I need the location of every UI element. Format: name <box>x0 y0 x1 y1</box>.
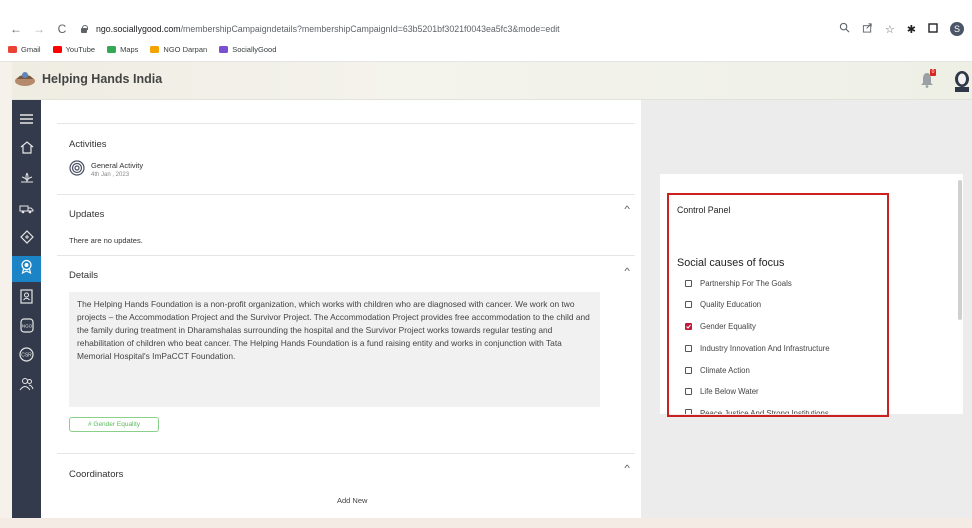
sidebar-item-badge[interactable] <box>12 256 41 282</box>
bookmark-item[interactable]: YouTube <box>52 45 96 54</box>
browser-actions: ☆ ✱ S <box>839 22 964 36</box>
extensions-icon[interactable]: ✱ <box>907 23 916 36</box>
chevron-up-icon[interactable]: ^ <box>624 204 630 214</box>
activities-heading: Activities <box>69 139 107 150</box>
bottom-strip <box>0 518 972 528</box>
org-title: Helping Hands India <box>42 72 163 86</box>
user-avatar-icon[interactable] <box>952 70 972 92</box>
gmail-icon <box>8 46 17 53</box>
highlight-box <box>667 193 889 417</box>
maps-icon <box>107 46 117 53</box>
divider <box>57 194 635 195</box>
notification-badge: 0 <box>930 69 936 76</box>
svg-text:NGO: NGO <box>21 324 32 329</box>
helping-hands-logo-icon[interactable] <box>14 69 36 87</box>
ngo-darpan-icon <box>150 46 160 53</box>
people-icon <box>19 377 34 396</box>
updates-heading: Updates <box>69 209 105 220</box>
updates-empty-text: There are no updates. <box>69 236 143 245</box>
csr-icon: CSR <box>19 347 34 367</box>
bookmarks-bar: Gmail YouTube Maps NGO Darpan SociallyGood <box>8 45 276 54</box>
sidebar-item-menu[interactable] <box>12 107 41 133</box>
chevron-up-icon[interactable]: ^ <box>624 463 630 473</box>
bookmark-label: Maps <box>120 45 139 54</box>
home-icon <box>20 141 34 159</box>
sidebar: NGO CSR <box>12 100 41 518</box>
share-icon[interactable] <box>862 22 873 36</box>
back-arrow-icon[interactable]: ← <box>10 22 22 36</box>
menu-icon <box>20 111 33 129</box>
bookmark-label: NGO Darpan <box>163 45 208 54</box>
lotus-icon <box>20 171 34 189</box>
bookmark-label: SociallyGood <box>232 45 277 54</box>
sidebar-item-id-card[interactable] <box>12 286 41 312</box>
svg-text:CSR: CSR <box>21 353 32 359</box>
sidebar-item-diamond-sign[interactable] <box>12 226 41 252</box>
browser-nav: ← → C <box>10 22 68 36</box>
forward-arrow-icon[interactable]: → <box>33 22 45 36</box>
browser-toolbar: ← → C ngo.sociallygood.com/membershipCam… <box>0 0 972 62</box>
sidepanel-icon[interactable] <box>928 22 938 36</box>
sidebar-item-people[interactable] <box>12 373 41 399</box>
details-heading: Details <box>69 270 99 281</box>
details-text: The Helping Hands Foundation is a non-pr… <box>69 292 600 407</box>
app-header: Helping Hands India 0 <box>12 62 972 100</box>
bookmark-item[interactable]: Maps <box>107 45 138 54</box>
divider <box>57 453 635 454</box>
coordinators-heading: Coordinators <box>69 469 124 480</box>
activity-date: 4th Jan , 2023 <box>91 172 130 178</box>
bookmark-label: Gmail <box>21 45 41 54</box>
id-card-icon <box>20 289 33 309</box>
reload-icon[interactable]: C <box>56 22 68 36</box>
sidebar-item-home[interactable] <box>12 137 41 163</box>
bookmark-item[interactable]: NGO Darpan <box>150 45 207 54</box>
address-bar[interactable]: ngo.sociallygood.com/membershipCampaignd… <box>80 24 560 34</box>
chevron-up-icon[interactable]: ^ <box>624 266 630 276</box>
divider <box>57 255 635 256</box>
ngo-icon: NGO <box>19 318 34 338</box>
sidebar-item-donation-truck[interactable] <box>12 197 41 223</box>
youtube-icon <box>52 46 62 53</box>
bookmark-item[interactable]: Gmail <box>8 45 41 54</box>
donation-truck-icon <box>19 201 34 219</box>
zoom-icon[interactable] <box>839 22 850 36</box>
sidebar-item-lotus[interactable] <box>12 167 41 193</box>
add-new-coordinator-button[interactable]: Add New <box>337 496 367 505</box>
activity-icon <box>69 160 85 176</box>
sidebar-item-csr[interactable]: CSR <box>12 344 41 370</box>
url-path: /membershipCampaigndetails?membershipCam… <box>180 24 560 34</box>
profile-avatar[interactable]: S <box>950 22 964 36</box>
lock-icon <box>80 25 88 33</box>
sidebar-item-ngo[interactable]: NGO <box>12 315 41 341</box>
bookmark-label: YouTube <box>65 45 96 54</box>
badge-icon <box>20 259 33 279</box>
star-icon[interactable]: ☆ <box>885 23 895 36</box>
panel-scrollbar[interactable] <box>958 180 962 320</box>
sociallygood-icon <box>219 46 229 53</box>
url-host: ngo.sociallygood.com <box>96 24 181 34</box>
campaign-details-panel: Activities General Activity 4th Jan , 20… <box>41 100 641 518</box>
activity-name[interactable]: General Activity <box>91 161 143 170</box>
diamond-sign-icon <box>19 229 34 249</box>
bookmark-item[interactable]: SociallyGood <box>219 45 276 54</box>
gender-equality-tag[interactable]: # Gender Equality <box>69 417 159 432</box>
divider <box>57 123 635 124</box>
